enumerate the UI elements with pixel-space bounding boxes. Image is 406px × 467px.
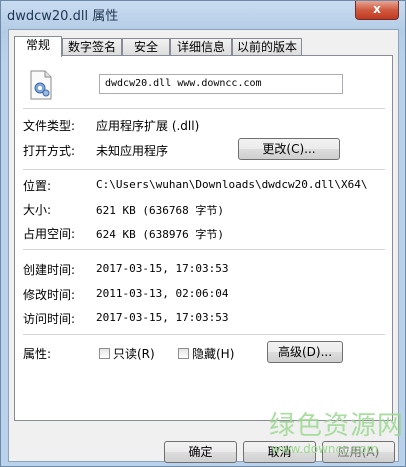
title-bar[interactable]: dwdcw20.dll 属性 x xyxy=(1,1,405,25)
created-label: 创建时间: xyxy=(23,263,76,277)
separator xyxy=(23,334,385,335)
size-on-disk-label: 占用空间: xyxy=(23,227,76,241)
file-name-field[interactable]: dwdcw20.dll www.downcc.com xyxy=(99,74,343,94)
size-label: 大小: xyxy=(23,203,52,217)
ok-button[interactable]: 确定 xyxy=(164,441,237,463)
tab-previous-versions[interactable]: 以前的版本 xyxy=(232,38,302,56)
modified-value: 2011-03-13, 02:06:04 xyxy=(96,287,229,300)
tab-digital-signature[interactable]: 数字签名 xyxy=(62,38,122,56)
modified-label: 修改时间: xyxy=(23,288,76,302)
opens-with-value: 未知应用程序 xyxy=(96,144,169,158)
accessed-label: 访问时间: xyxy=(23,312,76,326)
opens-with-label: 打开方式: xyxy=(23,144,76,158)
location-value: C:\Users\wuhan\Downloads\dwdcw20.dll\X64… xyxy=(96,178,368,191)
readonly-checkbox-label[interactable]: 只读(R) xyxy=(113,345,155,362)
readonly-checkbox[interactable] xyxy=(99,348,110,359)
accessed-value: 2017-03-15, 17:03:53 xyxy=(96,311,229,324)
properties-window: dwdcw20.dll 属性 x 常规 数字签名 安全 详细信息 以前的版本 d… xyxy=(0,0,406,467)
close-button[interactable]: x xyxy=(355,1,399,20)
separator xyxy=(23,249,385,250)
close-icon: x xyxy=(373,2,381,16)
window-title: dwdcw20.dll 属性 xyxy=(7,9,119,24)
dialog-client-area: 常规 数字签名 安全 详细信息 以前的版本 dwdcw20.dll www.do… xyxy=(8,29,399,463)
hidden-checkbox-label[interactable]: 隐藏(H) xyxy=(192,345,234,362)
general-tab-panel: dwdcw20.dll www.downcc.com 文件类型: 应用程序扩展 … xyxy=(14,55,393,421)
tab-general[interactable]: 常规 xyxy=(14,36,62,57)
size-value: 621 KB (636768 字节) xyxy=(96,204,224,217)
tab-details[interactable]: 详细信息 xyxy=(170,38,232,56)
separator xyxy=(23,108,385,109)
watermark-url: www.downcc.com xyxy=(271,442,379,456)
change-button[interactable]: 更改(C)... xyxy=(238,138,340,160)
created-value: 2017-03-15, 17:03:53 xyxy=(96,262,229,275)
watermark-logo: 绿色资源网 xyxy=(269,411,405,441)
dll-file-icon xyxy=(30,70,52,100)
file-type-label: 文件类型: xyxy=(23,119,76,133)
separator xyxy=(23,169,385,170)
tab-security[interactable]: 安全 xyxy=(122,38,170,56)
hidden-checkbox[interactable] xyxy=(178,348,189,359)
location-label: 位置: xyxy=(23,179,52,193)
file-type-value: 应用程序扩展 (.dll) xyxy=(96,119,200,133)
size-on-disk-value: 624 KB (638976 字节) xyxy=(96,228,224,241)
attributes-label: 属性: xyxy=(23,347,52,361)
advanced-button[interactable]: 高级(D)... xyxy=(267,341,343,363)
